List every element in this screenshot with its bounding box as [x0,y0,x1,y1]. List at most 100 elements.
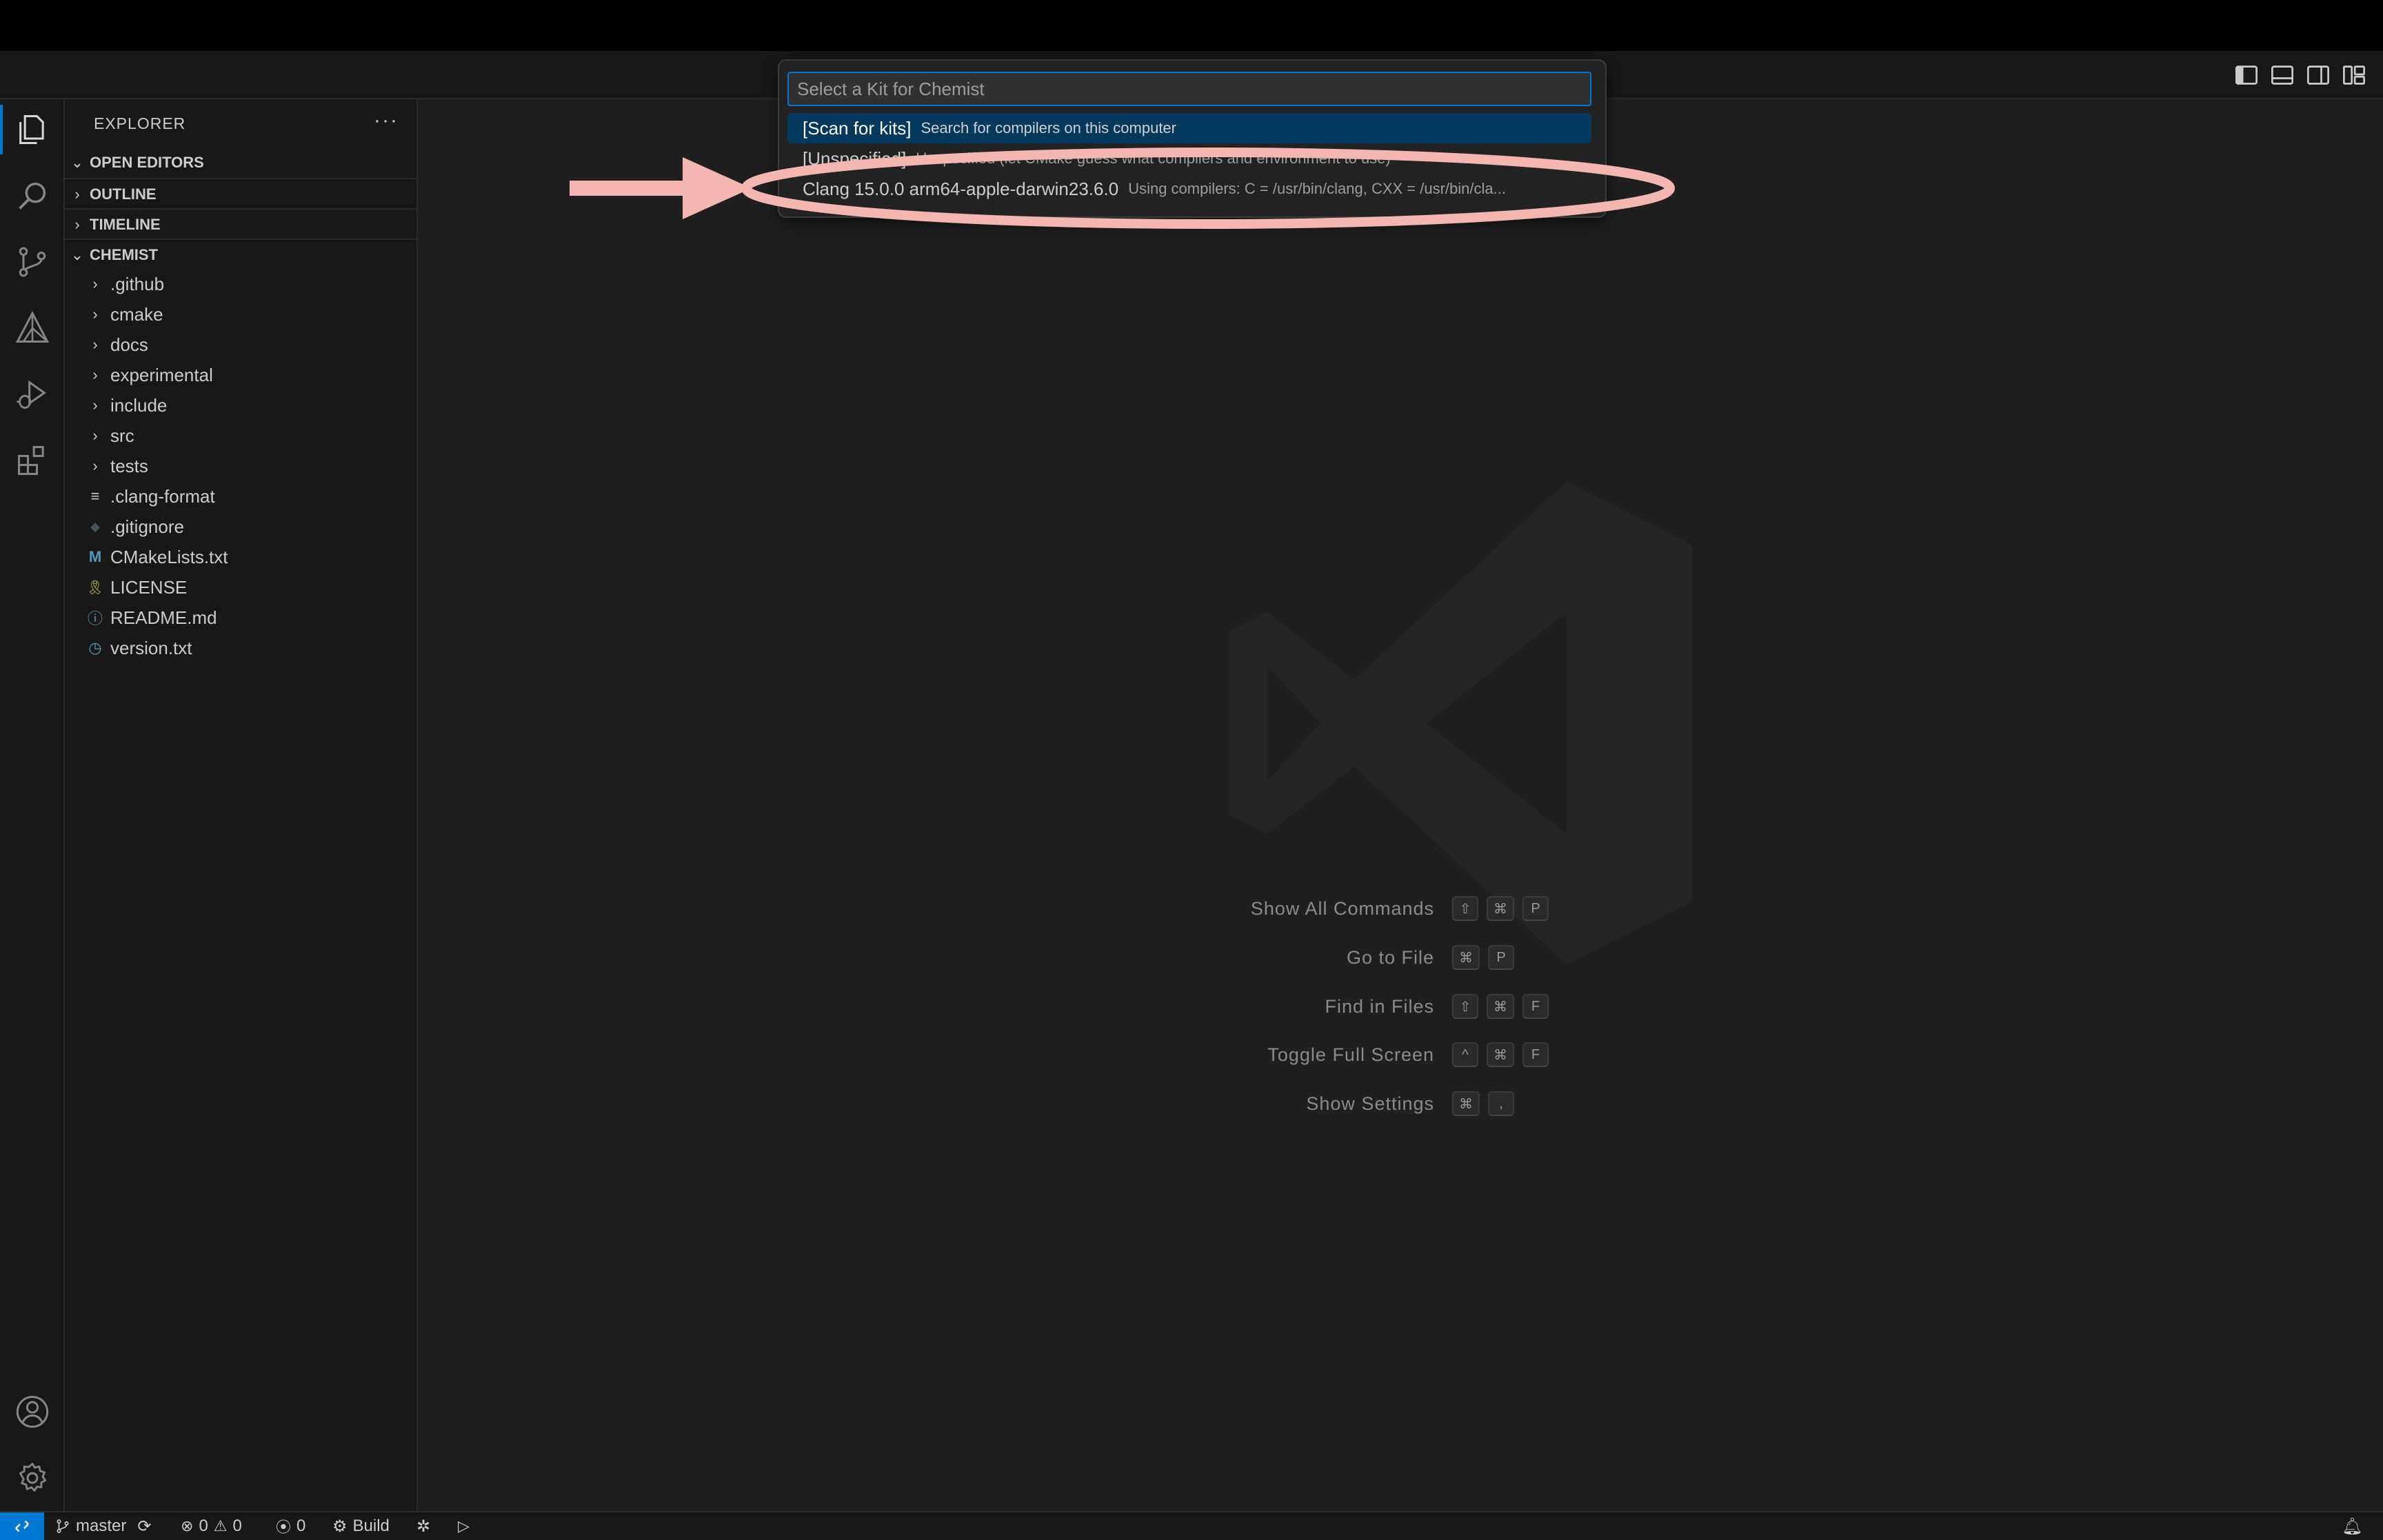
info-icon: ⓘ [87,610,103,627]
section-label: OPEN EDITORS [90,154,204,171]
activity-bar [0,99,65,1511]
branch-status[interactable]: master ⟳ [55,1512,151,1540]
file-label: CMakeLists.txt [110,546,228,567]
section-timeline[interactable]: › TIMELINE [65,208,416,240]
gear-icon[interactable] [0,1448,65,1508]
debug-button[interactable]: ✲ [416,1512,430,1540]
search-icon[interactable] [0,165,65,226]
more-actions-button[interactable]: ··· [374,109,399,132]
folder-item[interactable]: › include [65,390,437,421]
remote-indicator[interactable] [0,1512,44,1540]
file-item[interactable]: 🎗 LICENSE [65,572,437,602]
quick-pick-item-scan-kits[interactable]: [Scan for kits] Search for compilers on … [787,113,1591,143]
key-cap: ⇧ [1452,896,1478,921]
folder-item[interactable]: › docs [65,330,437,360]
command-label: Find in Files [1325,995,1434,1017]
bell-icon: 🔔︎ [2342,1517,2363,1536]
file-item[interactable]: ◆ .gitignore [65,511,437,542]
keybinding: ⌘ , [1452,1091,1514,1116]
bug-icon: ✲ [416,1517,431,1536]
kit-quick-pick: [Scan for kits] Search for compilers on … [778,59,1607,218]
folder-item[interactable]: › cmake [65,299,437,330]
branch-name: master [76,1517,127,1535]
warning-count: 0 [232,1517,242,1535]
chevron-right-icon: › [92,305,98,323]
explorer-icon[interactable] [0,99,65,160]
broadcast-icon: ⦿ [276,1519,292,1536]
command-label: Go to File [1346,946,1434,968]
command-label: Show Settings [1306,1093,1434,1114]
command-label: Toggle Full Screen [1267,1044,1434,1065]
folder-label: src [110,425,134,446]
quick-pick-item-unspecified[interactable]: [Unspecified] Unspecified (let CMake gue… [787,143,1591,174]
file-label: .gitignore [110,516,184,537]
kit-filter-input[interactable] [787,72,1591,106]
folder-label: cmake [110,303,163,325]
key-cap: P [1488,945,1514,970]
section-outline[interactable]: › OUTLINE [65,178,416,210]
remote-icon [15,1520,29,1532]
license-icon: 🎗 [86,580,104,596]
ports-status[interactable]: ⦿ 0 [276,1512,305,1540]
chevron-right-icon: › [74,185,80,203]
notifications-button[interactable]: 🔔︎ [2342,1512,2362,1540]
quick-pick-item-clang-kit[interactable]: Clang 15.0.0 arm64-apple-darwin23.6.0 Us… [787,174,1591,204]
accounts-icon[interactable] [0,1381,65,1442]
toggle-secondary-sidebar-icon[interactable] [2306,63,2331,88]
section-label: OUTLINE [90,185,157,203]
folder-item[interactable]: › .github [65,269,437,299]
watermark-command-row: Toggle Full Screen ^ ⌘ F [418,1041,2383,1068]
item-description: Search for compilers on this computer [921,119,1177,136]
file-label: README.md [110,607,217,628]
m-icon: M [88,548,102,565]
keybinding: ⇧ ⌘ P [1452,896,1549,921]
folder-item[interactable]: › experimental [65,360,437,390]
file-item[interactable]: ≡ .clang-format [65,481,437,511]
build-status[interactable]: ⚙ Build [332,1512,390,1540]
problems-status[interactable]: ⊗ 0 ⚠ 0 [181,1512,242,1540]
customize-layout-icon[interactable] [2342,63,2366,88]
key-cap: ⌘ [1452,945,1480,970]
explorer-sidebar: EXPLORER ··· ⌄ OPEN EDITORS › OUTLINE › … [65,99,418,1511]
toggle-panel-icon[interactable] [2270,63,2295,88]
item-description: Unspecified (let CMake guess what compil… [916,150,1391,167]
keybinding: ⇧ ⌘ F [1452,994,1549,1019]
toggle-primary-sidebar-icon[interactable] [2234,63,2259,88]
item-description: Using compilers: C = /usr/bin/clang, CXX… [1128,180,1506,197]
chevron-right-icon: › [92,457,98,474]
launch-button[interactable]: ▷ [458,1512,470,1540]
chevron-right-icon: › [92,366,98,383]
file-item[interactable]: M CMakeLists.txt [65,542,437,572]
ports-count: 0 [296,1517,306,1535]
editor-area: Show All Commands ⇧ ⌘ P Go to File ⌘ P F… [418,99,2383,1511]
section-project[interactable]: ⌄ CHEMIST [65,239,416,270]
folder-item[interactable]: › src [65,421,437,451]
key-cap: ⌘ [1487,896,1514,921]
item-label: [Scan for kits] [803,117,912,139]
file-label: version.txt [110,637,192,658]
watermark-command-row: Show Settings ⌘ , [418,1090,2383,1117]
section-open-editors[interactable]: ⌄ OPEN EDITORS [65,148,416,178]
folder-label: docs [110,334,148,355]
file-item[interactable]: ⓘ README.md [65,602,437,633]
watermark-command-row: Find in Files ⇧ ⌘ F [418,993,2383,1020]
gear-icon: ⚙ [332,1517,348,1536]
source-control-icon[interactable] [0,232,65,292]
file-item[interactable]: ◷ version.txt [65,633,437,663]
clock-icon: ◷ [88,639,102,656]
section-label: CHEMIST [90,246,158,263]
branch-icon [57,1519,69,1533]
chevron-down-icon: ⌄ [70,154,84,171]
play-icon: ▷ [458,1517,470,1534]
folder-item[interactable]: › tests [65,451,437,481]
chevron-down-icon: ⌄ [70,246,84,263]
key-cap: ⌘ [1487,994,1514,1019]
section-label: TIMELINE [90,216,161,233]
run-debug-icon[interactable] [0,364,65,425]
extensions-icon[interactable] [0,430,65,491]
file-label: .clang-format [110,485,215,507]
key-cap: P [1522,896,1549,921]
window-top-bar [0,0,2383,51]
item-label: Clang 15.0.0 arm64-apple-darwin23.6.0 [803,178,1119,199]
cmake-icon[interactable] [0,298,65,358]
